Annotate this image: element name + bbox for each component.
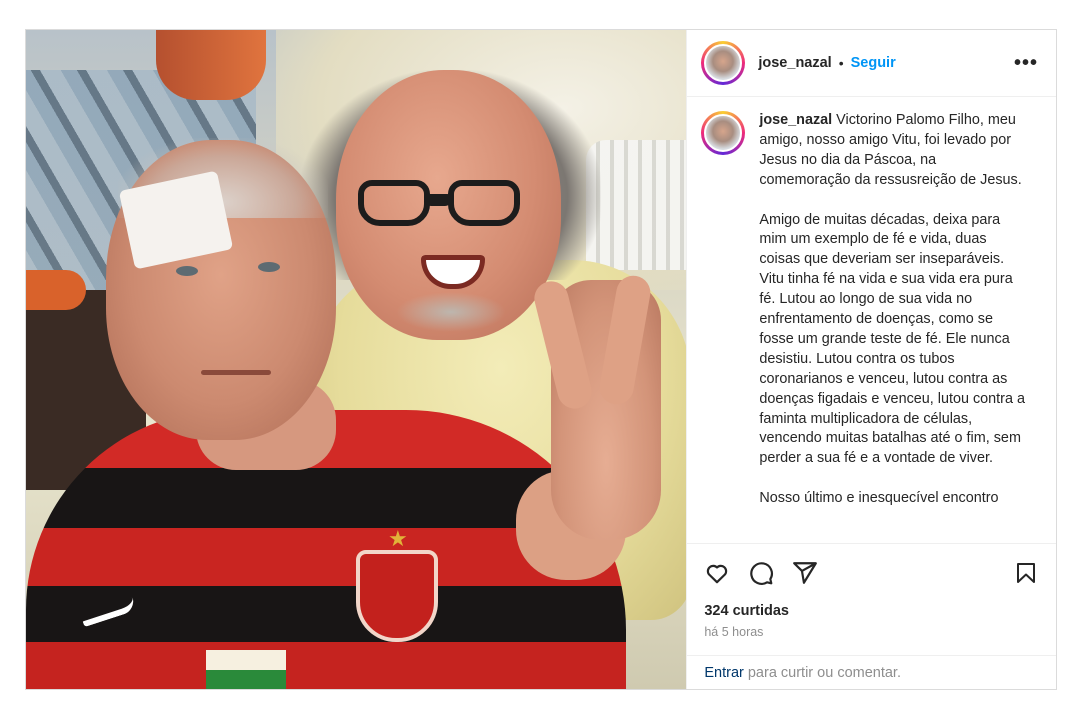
avatar[interactable] xyxy=(701,41,746,85)
username-link[interactable]: jose_nazal xyxy=(758,55,831,71)
photo-eye xyxy=(176,266,198,276)
caption-paragraph: Nosso último e inesquecível encontro xyxy=(759,490,999,507)
action-bar xyxy=(687,543,1056,601)
likes-count[interactable]: 324 curtidas xyxy=(687,601,1056,619)
photo-cushion xyxy=(26,270,86,310)
post-header: jose_nazal • Seguir ••• xyxy=(687,30,1056,97)
caption-area[interactable]: jose_nazal Victorino Palomo Filho, meu a… xyxy=(687,97,1056,543)
post-timestamp: há 5 horas xyxy=(704,625,764,639)
photo-sponsor-logo xyxy=(206,650,286,689)
more-options-icon[interactable]: ••• xyxy=(1014,52,1042,75)
photo-crest xyxy=(356,550,438,642)
login-link[interactable]: Entrar xyxy=(704,665,744,681)
photo-chair xyxy=(586,140,687,270)
separator-dot: • xyxy=(838,55,844,71)
heart-icon[interactable] xyxy=(703,559,731,587)
avatar-image xyxy=(704,114,743,152)
photo-crest-star: ★ xyxy=(388,526,408,551)
photo-beard xyxy=(396,292,506,332)
caption-avatar[interactable] xyxy=(701,111,746,155)
post-side-panel: jose_nazal • Seguir ••• jose_nazal Victo… xyxy=(686,30,1056,689)
login-prompt-text: para curtir ou comentar. xyxy=(747,664,901,681)
photo-eye xyxy=(258,262,280,272)
photo-bystander-arm xyxy=(156,30,266,100)
post-photo[interactable]: ★ xyxy=(26,30,687,689)
caption-text: jose_nazal Victorino Palomo Filho, meu a… xyxy=(759,111,1029,543)
photo-mouth xyxy=(201,370,271,375)
photo-glasses xyxy=(358,180,520,230)
comment-icon[interactable] xyxy=(747,559,775,587)
send-icon[interactable] xyxy=(791,559,819,587)
follow-button[interactable]: Seguir xyxy=(851,55,896,71)
bookmark-icon[interactable] xyxy=(1012,559,1040,587)
avatar-image xyxy=(704,44,743,82)
caption-paragraph: Amigo de muitas décadas, deixa para mim … xyxy=(759,211,1025,467)
login-prompt: Entrar para curtir ou comentar. xyxy=(687,655,1056,689)
caption-username[interactable]: jose_nazal xyxy=(759,112,832,128)
instagram-post: ★ jose_nazal • Seguir ••• jose_nazal Vic… xyxy=(25,29,1057,690)
